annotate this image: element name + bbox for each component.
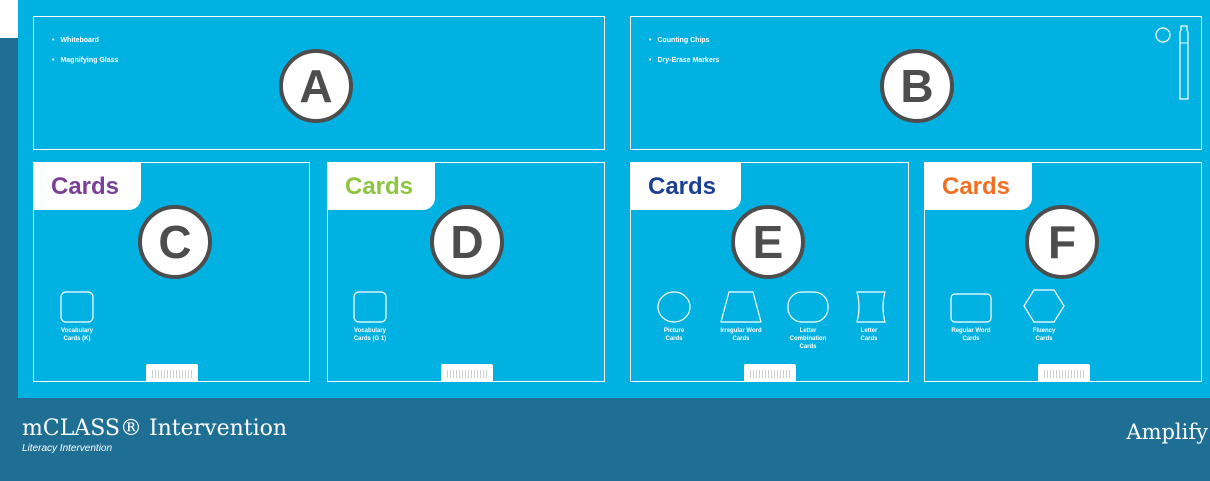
cards-tab-d: Cards — [328, 163, 435, 210]
stadium-card-icon — [787, 291, 829, 323]
card-label: Picture Cards — [663, 328, 685, 342]
card-fluency: Fluency Cards — [1019, 289, 1069, 343]
card-label: Fluency Cards — [1032, 328, 1056, 342]
compartment-letter-c: C — [138, 205, 212, 279]
card-label: Vocabulary Cards (K) — [61, 328, 93, 342]
card-label: Letter Combination Cards — [789, 328, 827, 350]
compartment-e: Cards E Picture Cards Irregular Word Car… — [630, 162, 909, 382]
pull-tab[interactable] — [744, 364, 796, 381]
card-regular-word: Regular Word Cards — [945, 293, 997, 343]
brand-name: mCLASS® Intervention — [22, 416, 288, 441]
card-vocabulary-g1: Vocabulary Cards (G 1) — [348, 291, 392, 343]
amplify-logo: Amplify — [1126, 420, 1208, 444]
compartment-a: Whiteboard Magnifying Glass A — [33, 16, 605, 150]
compartment-c: Cards C Vocabulary Cards (K) — [33, 162, 310, 382]
compartment-f: Cards F Regular Word Cards Fluency Cards — [924, 162, 1202, 382]
bent-card-icon — [856, 291, 886, 323]
compartment-b: Counting Chips Dry-Erase Markers B — [630, 16, 1202, 150]
marker-icon — [1179, 25, 1189, 100]
hexagon-card-icon — [1023, 289, 1065, 323]
brand-subtitle: Literacy Intervention — [22, 443, 113, 454]
compartment-d: Cards D Vocabulary Cards (G 1) — [327, 162, 605, 382]
cards-tab-f: Cards — [925, 163, 1032, 210]
compartment-letter-e: E — [731, 205, 805, 279]
card-label: Letter Cards — [860, 328, 878, 342]
card-vocabulary-k: Vocabulary Cards (K) — [57, 291, 97, 343]
rectangle-card-icon — [950, 293, 992, 323]
card-irregular-word: Irregular Word Cards — [713, 291, 769, 343]
cards-tab-e: Cards — [631, 163, 741, 210]
cards-tab-c: Cards — [34, 163, 141, 210]
card-picture: Picture Cards — [651, 291, 697, 343]
item-dry-erase-markers: Dry-Erase Markers — [649, 57, 719, 64]
trapezoid-card-icon — [720, 291, 762, 323]
pull-tab[interactable] — [441, 364, 493, 381]
card-label: Irregular Word Cards — [720, 328, 762, 342]
card-label: Regular Word Cards — [951, 328, 991, 342]
compartment-letter-b: B — [880, 49, 954, 123]
compartment-letter-d: D — [430, 205, 504, 279]
round-card-icon — [657, 291, 691, 323]
pull-tab[interactable] — [1038, 364, 1090, 381]
card-letter-combination: Letter Combination Cards — [783, 291, 833, 351]
circle-chip-icon — [1155, 27, 1171, 43]
card-letter: Letter Cards — [847, 291, 891, 343]
card-label: Vocabulary Cards (G 1) — [353, 328, 387, 342]
item-counting-chips: Counting Chips — [649, 37, 719, 44]
kit-tray: Whiteboard Magnifying Glass A Counting C… — [18, 0, 1210, 398]
item-magnifying-glass: Magnifying Glass — [52, 57, 118, 64]
pull-tab[interactable] — [146, 364, 198, 381]
compartment-a-items: Whiteboard Magnifying Glass — [52, 37, 118, 77]
square-card-icon — [353, 291, 387, 323]
compartment-letter-a: A — [279, 49, 353, 123]
item-whiteboard: Whiteboard — [52, 37, 118, 44]
compartment-letter-f: F — [1025, 205, 1099, 279]
square-card-icon — [60, 291, 94, 323]
compartment-b-items: Counting Chips Dry-Erase Markers — [649, 37, 719, 77]
